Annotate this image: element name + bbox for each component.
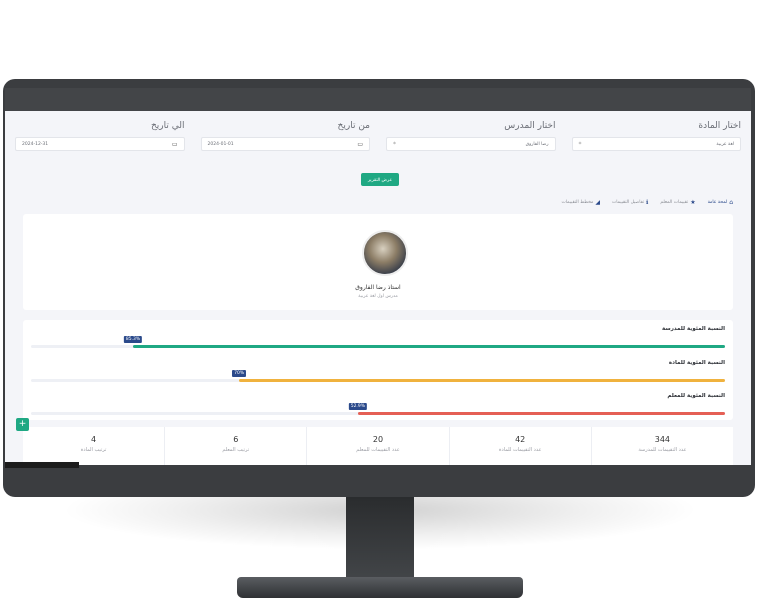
- subject-value: لغة عربية: [716, 141, 734, 147]
- chart-icon: ◢: [595, 199, 601, 206]
- progress-card: النسبة المئوية للمدرسة 85.3% النسبة المئ…: [23, 320, 733, 420]
- taskbar-strip: [5, 462, 79, 468]
- tab-overview[interactable]: ⌂ لمحة عامة: [708, 199, 733, 206]
- teacher-label: اختار المدرس: [504, 121, 556, 131]
- tab-label: تقييمات المعلم: [660, 200, 689, 205]
- stat-subject-ratings: 42 عدد التقييمات للمادة: [448, 427, 591, 465]
- stat-label: ترتيب المادة: [80, 447, 107, 453]
- info-icon: ℹ: [646, 199, 649, 206]
- stat-value: 4: [91, 435, 97, 444]
- dashboard-screen: اختار المادة لغة عربية * اختار المدرس رض…: [5, 111, 751, 465]
- subject-progress-fill: [239, 379, 725, 382]
- monitor-stand-neck: [346, 497, 414, 585]
- teacher-profile-card: استاذ رضا الفاروق مدرس اول لغة عربية: [23, 214, 733, 310]
- stat-label: ترتيب المعلم: [222, 447, 250, 453]
- tab-label: لمحة عامة: [707, 200, 728, 205]
- stat-teacher-rank: 6 ترتيب المعلم: [164, 427, 306, 465]
- teacher-value: رضا الفاروق: [525, 141, 549, 147]
- to-date-value: 2024-12-31: [22, 141, 49, 147]
- tab-rating-details[interactable]: ℹ تفاصيل التقييمات: [612, 199, 648, 206]
- home-icon: ⌂: [729, 199, 733, 206]
- calendar-icon[interactable]: ▭: [357, 141, 363, 148]
- teacher-percent-badge: 52.9%: [348, 403, 368, 410]
- tabs-bar: ⌂ لمحة عامة ★ تقييمات المعلم ℹ تفاصيل ال…: [562, 199, 733, 206]
- star-icon: ★: [690, 199, 696, 206]
- stat-school-ratings: 344 عدد التقييمات للمدرسة: [590, 427, 733, 465]
- from-date-input[interactable]: 2024-01-01 ▭: [200, 137, 370, 151]
- show-report-button[interactable]: عرض التقرير: [361, 173, 399, 186]
- monitor-stand-base: [237, 577, 523, 598]
- school-progress-track: 85.3%: [31, 336, 725, 348]
- stat-label: عدد التقييمات للمدرسة: [638, 447, 687, 453]
- calendar-icon[interactable]: ▭: [172, 141, 178, 148]
- subject-percent-badge: 70%: [232, 370, 247, 377]
- teacher-filter: اختار المدرس رضا الفاروق *: [386, 121, 556, 151]
- tab-rating-chart[interactable]: ◢ مخطط التقييمات: [562, 199, 601, 206]
- tab-label: مخطط التقييمات: [561, 200, 594, 205]
- window-top-bar: [5, 88, 751, 111]
- tab-label: تفاصيل التقييمات: [612, 200, 645, 205]
- required-icon: *: [578, 140, 582, 148]
- stat-subject-rank: 4 ترتيب المادة: [23, 427, 164, 465]
- stat-value: 42: [515, 435, 526, 444]
- stat-value: 344: [654, 435, 671, 444]
- teacher-progress-fill: [357, 412, 725, 415]
- filters-row: اختار المادة لغة عربية * اختار المدرس رض…: [15, 121, 741, 151]
- school-progress-fill: [133, 345, 725, 348]
- required-icon: *: [393, 140, 396, 148]
- avatar: [362, 230, 408, 276]
- stat-value: 20: [372, 435, 384, 444]
- tab-teacher-ratings[interactable]: ★ تقييمات المعلم: [660, 199, 695, 206]
- subject-progress-track: 70%: [31, 370, 725, 382]
- stats-row: 344 عدد التقييمات للمدرسة 42 عدد التقييم…: [23, 427, 733, 465]
- from-date-value: 2024-01-01: [207, 141, 234, 147]
- stat-teacher-ratings: 20 عدد التقييمات للمعلم: [306, 427, 448, 465]
- teacher-select[interactable]: رضا الفاروق *: [386, 137, 556, 151]
- from-date-label: من تاريخ: [337, 121, 370, 131]
- add-button[interactable]: +: [16, 418, 29, 431]
- school-percent-badge: 85.3%: [123, 336, 143, 343]
- teacher-subtitle: مدرس اول لغة عربية: [358, 294, 398, 299]
- from-date-filter: من تاريخ 2024-01-01 ▭: [200, 121, 370, 151]
- subject-select[interactable]: لغة عربية *: [571, 137, 741, 151]
- stage: اختار المادة لغة عربية * اختار المدرس رض…: [0, 0, 758, 600]
- stat-label: عدد التقييمات للمعلم: [356, 447, 400, 453]
- subject-percent-label: النسبة المئوية للمادة: [668, 360, 725, 366]
- teacher-progress-track: 52.9%: [31, 403, 725, 415]
- teacher-name: استاذ رضا الفاروق: [355, 284, 401, 291]
- subject-filter: اختار المادة لغة عربية *: [571, 121, 741, 151]
- stat-value: 6: [233, 435, 239, 444]
- school-percent-label: النسبة المئوية للمدرسة: [661, 326, 725, 332]
- subject-label: اختار المادة: [698, 121, 741, 131]
- stat-label: عدد التقييمات للمادة: [498, 447, 542, 453]
- to-date-filter: الي تاريخ 2024-12-31 ▭: [15, 121, 185, 151]
- teacher-percent-label: النسبة المئوية للمعلم: [667, 393, 725, 399]
- to-date-input[interactable]: 2024-12-31 ▭: [15, 137, 185, 151]
- to-date-label: الي تاريخ: [150, 121, 185, 131]
